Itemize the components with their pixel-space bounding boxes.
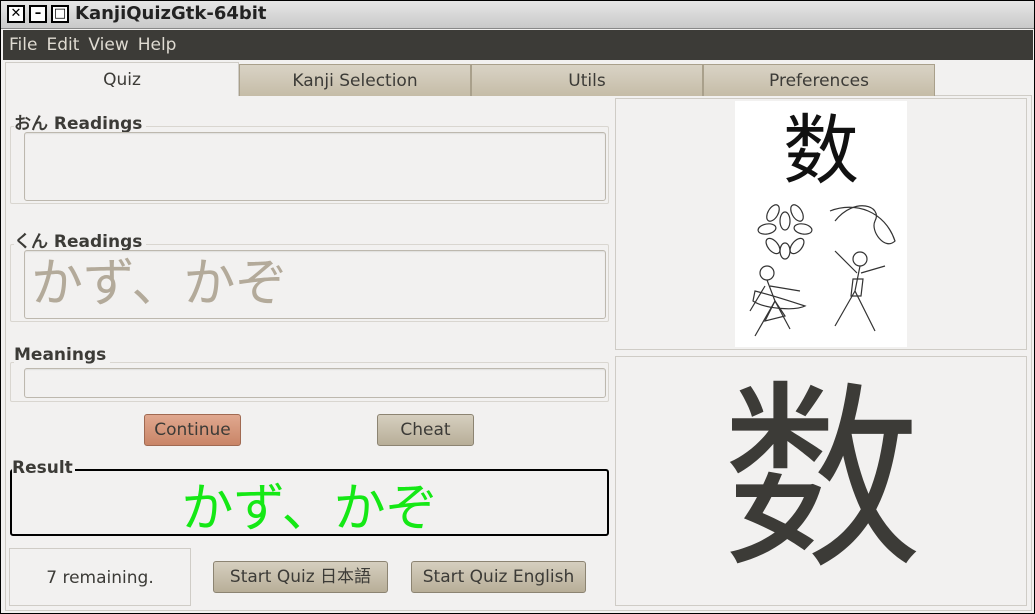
result-label: Result — [12, 458, 75, 478]
start-quiz-english-button[interactable]: Start Quiz English — [411, 561, 586, 593]
cheat-button[interactable]: Cheat — [377, 414, 474, 446]
meanings-label: Meanings — [14, 345, 111, 365]
minimize-icon[interactable]: – — [29, 5, 47, 23]
continue-button[interactable]: Continue — [144, 414, 241, 446]
title-bar: ✕ – □ KanjiQuizGtk-64bit — [1, 1, 1034, 29]
menubar: File Edit View Help — [3, 30, 1033, 60]
remaining-status: 7 remaining. — [9, 548, 191, 606]
tab-preferences[interactable]: Preferences — [703, 64, 935, 96]
mnemonic-illustration — [749, 204, 896, 337]
quiz-kanji: 数 — [721, 364, 922, 597]
tab-kanji-selection[interactable]: Kanji Selection — [239, 64, 471, 96]
kun-readings-field[interactable]: かず、かぞ — [24, 250, 606, 319]
tab-utils[interactable]: Utils — [471, 64, 703, 96]
result-text: かず、かぞ — [181, 479, 438, 539]
on-readings-field[interactable] — [24, 132, 606, 201]
tab-bar: Quiz Kanji Selection Utils Preferences — [5, 62, 1032, 96]
tab-quiz[interactable]: Quiz — [5, 62, 239, 96]
menu-help[interactable]: Help — [138, 35, 177, 55]
mnemonic-image: 数 — [735, 101, 907, 347]
result-frame: かず、かぞ — [10, 469, 609, 539]
menu-view[interactable]: View — [88, 35, 128, 55]
menu-file[interactable]: File — [9, 35, 37, 55]
meanings-field[interactable] — [24, 368, 606, 398]
window-title: KanjiQuizGtk-64bit — [75, 3, 267, 24]
app-window: ✕ – □ KanjiQuizGtk-64bit File Edit View … — [0, 0, 1035, 614]
start-quiz-japanese-button[interactable]: Start Quiz 日本語 — [213, 561, 388, 593]
kun-readings-value: かず、かぞ — [31, 254, 288, 314]
maximize-icon[interactable]: □ — [51, 5, 69, 23]
close-icon[interactable]: ✕ — [7, 5, 25, 23]
on-readings-label: おん Readings — [14, 109, 147, 134]
menu-edit[interactable]: Edit — [46, 35, 79, 55]
kun-readings-label: くん Readings — [14, 227, 147, 252]
